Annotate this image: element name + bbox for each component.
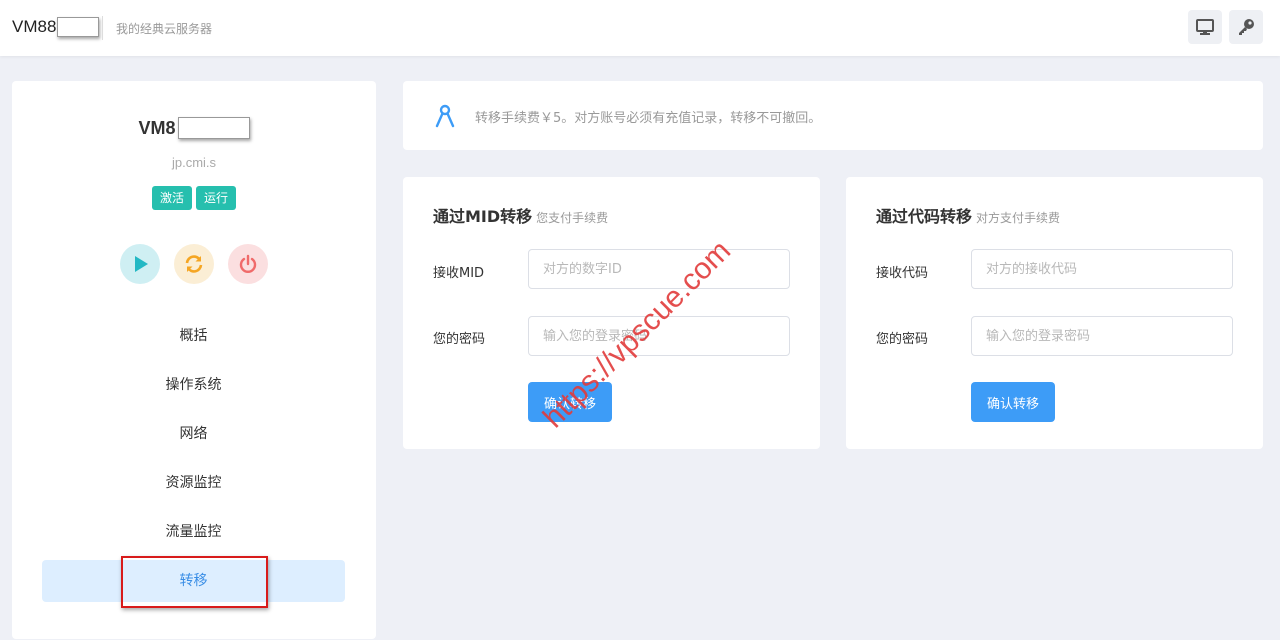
brand-text: VM88 bbox=[12, 17, 57, 36]
card-title: 通过MID转移 您支付手续费 bbox=[433, 203, 608, 227]
power-actions bbox=[12, 244, 376, 284]
card-subtitle: 您支付手续费 bbox=[536, 211, 609, 225]
monitor-icon bbox=[1196, 19, 1214, 35]
transfer-notice: 转移手续费￥5。对方账号必须有充值记录，转移不可撤回。 bbox=[403, 81, 1263, 150]
status-badge-running: 运行 bbox=[196, 186, 237, 210]
server-nav: 概括 操作系统 网络 资源监控 流量监控 转移 bbox=[42, 315, 345, 609]
notice-text: 转移手续费￥5。对方账号必须有充值记录，转移不可撤回。 bbox=[475, 111, 822, 126]
redaction-box bbox=[57, 17, 100, 37]
nav-item-overview[interactable]: 概括 bbox=[42, 315, 345, 357]
receive-mid-input[interactable] bbox=[528, 249, 790, 289]
card-title-text: 通过MID转移 bbox=[433, 207, 533, 226]
header-subtitle: 我的经典云服务器 bbox=[116, 22, 213, 36]
redaction-box bbox=[177, 117, 250, 139]
top-bar: VM88 我的经典云服务器 bbox=[0, 0, 1280, 56]
restart-button[interactable] bbox=[174, 244, 214, 284]
password-input[interactable] bbox=[971, 316, 1233, 356]
server-panel: VM8 jp.cmi.s 激活 运行 概括 操作系统 网络 资源监控 流量监控 … bbox=[12, 81, 376, 639]
brand[interactable]: VM88 bbox=[12, 17, 100, 37]
server-name-text: VM8 bbox=[138, 117, 176, 138]
play-icon bbox=[135, 256, 148, 272]
header-divider bbox=[102, 16, 103, 40]
restart-icon bbox=[185, 255, 203, 273]
power-icon bbox=[239, 254, 257, 273]
compass-icon bbox=[435, 104, 455, 128]
server-name: VM8 bbox=[12, 117, 376, 139]
start-button[interactable] bbox=[120, 244, 160, 284]
status-badge-activated: 激活 bbox=[151, 186, 192, 210]
server-host: jp.cmi.s bbox=[171, 155, 217, 170]
nav-item-os[interactable]: 操作系统 bbox=[42, 364, 345, 406]
power-button[interactable] bbox=[228, 244, 268, 284]
card-subtitle: 对方支付手续费 bbox=[976, 211, 1061, 225]
code-transfer-card: 通过代码转移对方支付手续费 接收代码 您的密码 确认转移 bbox=[846, 177, 1263, 449]
nav-item-traffic-monitor[interactable]: 流量监控 bbox=[42, 511, 345, 553]
key-icon bbox=[1239, 19, 1254, 35]
receive-code-label: 接收代码 bbox=[876, 266, 929, 281]
password-label: 您的密码 bbox=[876, 332, 929, 347]
card-title-text: 通过代码转移 bbox=[876, 207, 973, 226]
card-title: 通过代码转移 对方支付手续费 bbox=[876, 203, 1060, 227]
confirm-transfer-button[interactable]: 确认转移 bbox=[971, 382, 1055, 422]
password-label: 您的密码 bbox=[433, 332, 486, 347]
key-button[interactable] bbox=[1229, 10, 1263, 44]
monitor-button[interactable] bbox=[1188, 10, 1222, 44]
nav-item-network[interactable]: 网络 bbox=[42, 413, 345, 455]
receive-code-input[interactable] bbox=[971, 249, 1233, 289]
receive-mid-label: 接收MID bbox=[433, 266, 485, 281]
status-badges: 激活 运行 bbox=[12, 186, 376, 210]
nav-item-transfer[interactable]: 转移 bbox=[42, 560, 345, 602]
nav-item-resource-monitor[interactable]: 资源监控 bbox=[42, 462, 345, 504]
